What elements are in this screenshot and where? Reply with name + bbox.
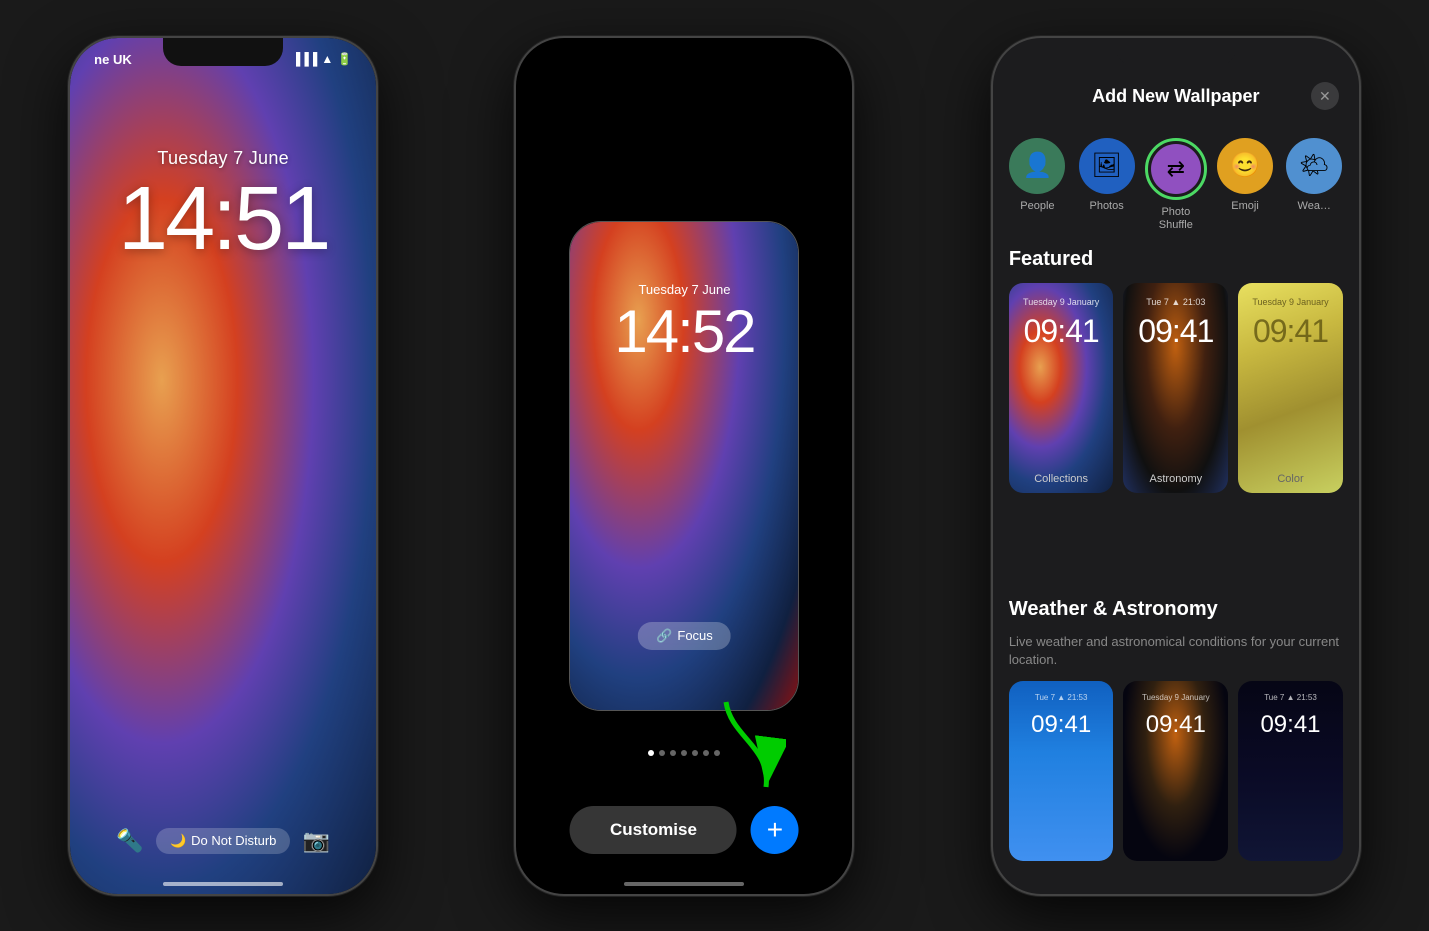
wifi-icon: ▲ — [321, 52, 333, 66]
featured-card-collections[interactable]: Tuesday 9 January 09:41 Collections — [1009, 283, 1114, 493]
signal-icon: ▐▐▐ — [292, 52, 318, 66]
featured-card-astronomy[interactable]: Tue 7 ▲ 21:03 09:41 Astronomy — [1123, 283, 1228, 493]
carrier-label: ne UK — [94, 52, 132, 67]
battery-icon: 🔋 — [337, 52, 352, 66]
phone1-time: 14:51 — [70, 168, 376, 271]
focus-label: Focus — [677, 628, 712, 643]
wp-type-people[interactable]: 👤 People — [1003, 138, 1072, 232]
astronomy-time: 09:41 — [1123, 313, 1228, 350]
phone2-frame: Tuesday 7 June 14:52 🔗 Focus Customise + — [514, 36, 854, 896]
weather-section: Weather & Astronomy Live weather and ast… — [993, 598, 1359, 861]
phone1-bottom-bar: 🔦 🌙 Do Not Disturb 📷 — [70, 828, 376, 854]
panel-title-row: Add New Wallpaper ✕ — [993, 86, 1359, 107]
dot-2 — [659, 750, 665, 756]
dot-4 — [681, 750, 687, 756]
collections-date: Tuesday 9 January — [1009, 297, 1114, 307]
dnd-label: Do Not Disturb — [191, 833, 276, 848]
phone1-frame: ne UK ▐▐▐ ▲ 🔋 Tuesday 7 June 14:51 🔦 🌙 D… — [68, 36, 378, 896]
dnd-pill: 🌙 Do Not Disturb — [156, 828, 290, 854]
link-icon: 🔗 — [656, 628, 672, 644]
collections-time: 09:41 — [1009, 313, 1114, 350]
wcard2-date: Tuesday 9 January — [1123, 693, 1228, 702]
color-label: Color — [1238, 473, 1343, 485]
emoji-icon: 😊 — [1217, 138, 1273, 194]
phone3-frame: Add New Wallpaper ✕ 👤 People 🖼 Photos ⇄ — [991, 36, 1361, 896]
page-dots — [648, 750, 720, 756]
photos-label: Photos — [1089, 200, 1123, 213]
dot-1 — [648, 750, 654, 756]
weather-title: Weather & Astronomy — [1009, 598, 1343, 621]
flashlight-icon: 🔦 — [116, 828, 143, 854]
dot-5 — [692, 750, 698, 756]
weather-grid: Tue 7 ▲ 21:53 09:41 Tuesday 9 January 09… — [1009, 681, 1343, 861]
photo-shuffle-highlight: ⇄ — [1145, 138, 1207, 200]
wcard2-time: 09:41 — [1123, 711, 1228, 739]
wcard1-time: 09:41 — [1009, 711, 1114, 739]
astronomy-label: Astronomy — [1123, 473, 1228, 485]
collections-label: Collections — [1009, 473, 1114, 485]
panel-title: Add New Wallpaper — [1092, 86, 1259, 107]
focus-pill: 🔗 Focus — [638, 622, 731, 650]
wp-type-photos[interactable]: 🖼 Photos — [1072, 138, 1141, 232]
featured-card-color[interactable]: Tuesday 9 January 09:41 Color — [1238, 283, 1343, 493]
phone2-date: Tuesday 7 June — [570, 282, 798, 297]
weather-description: Live weather and astronomical conditions… — [1009, 633, 1343, 669]
phone2-home-indicator — [624, 882, 744, 886]
dot-3 — [670, 750, 676, 756]
wp-type-photo-shuffle[interactable]: ⇄ PhotoShuffle — [1141, 138, 1210, 232]
wp-type-weather[interactable]: 🌤 Wea… — [1280, 138, 1349, 232]
weather-card-3[interactable]: Tue 7 ▲ 21:53 09:41 — [1238, 681, 1343, 861]
camera-icon: 📷 — [303, 828, 330, 854]
color-date: Tuesday 9 January — [1238, 297, 1343, 307]
close-button[interactable]: ✕ — [1311, 82, 1339, 110]
phone2-time: 14:52 — [570, 297, 798, 366]
phone2-screen: Tuesday 7 June 14:52 🔗 Focus — [569, 221, 799, 711]
weather-card-1[interactable]: Tue 7 ▲ 21:53 09:41 — [1009, 681, 1114, 861]
moon-icon: 🌙 — [170, 833, 186, 849]
wcard3-time: 09:41 — [1238, 711, 1343, 739]
photo-shuffle-icon: ⇄ — [1151, 144, 1201, 194]
photos-icon: 🖼 — [1079, 138, 1135, 194]
people-label: People — [1020, 200, 1054, 213]
astronomy-date: Tue 7 ▲ 21:03 — [1123, 297, 1228, 307]
phone2-bottom-bar: Customise + — [570, 806, 799, 854]
phone1-screen: ne UK ▐▐▐ ▲ 🔋 Tuesday 7 June 14:51 🔦 🌙 D… — [70, 38, 376, 894]
dot-6 — [703, 750, 709, 756]
featured-title: Featured — [1009, 248, 1343, 271]
phone1-date: Tuesday 7 June — [70, 148, 376, 169]
phone1-status-bar: ne UK ▐▐▐ ▲ 🔋 — [70, 52, 376, 67]
weather-card-2[interactable]: Tuesday 9 January 09:41 — [1123, 681, 1228, 861]
status-icons: ▐▐▐ ▲ 🔋 — [292, 52, 352, 66]
weather-icon: 🌤 — [1286, 138, 1342, 194]
wp-type-emoji[interactable]: 😊 Emoji — [1210, 138, 1279, 232]
emoji-label: Emoji — [1231, 200, 1259, 213]
people-icon: 👤 — [1009, 138, 1065, 194]
color-time: 09:41 — [1238, 313, 1343, 350]
featured-section: Featured Tuesday 9 January 09:41 Collect… — [993, 248, 1359, 493]
side-strip-bg — [798, 366, 799, 566]
photo-shuffle-label: PhotoShuffle — [1159, 206, 1193, 232]
wp-types-row: 👤 People 🖼 Photos ⇄ PhotoShuffle 😊 — [993, 138, 1359, 232]
featured-grid: Tuesday 9 January 09:41 Collections Tue … — [1009, 283, 1343, 493]
customise-button[interactable]: Customise — [570, 806, 737, 854]
phone1-home-indicator — [163, 882, 283, 886]
add-wallpaper-button[interactable]: + — [751, 806, 799, 854]
side-strip — [798, 366, 799, 566]
wcard1-date: Tue 7 ▲ 21:53 — [1009, 693, 1114, 702]
wcard3-date: Tue 7 ▲ 21:53 — [1238, 693, 1343, 702]
green-arrow — [716, 697, 786, 802]
weather-label: Wea… — [1298, 200, 1331, 213]
